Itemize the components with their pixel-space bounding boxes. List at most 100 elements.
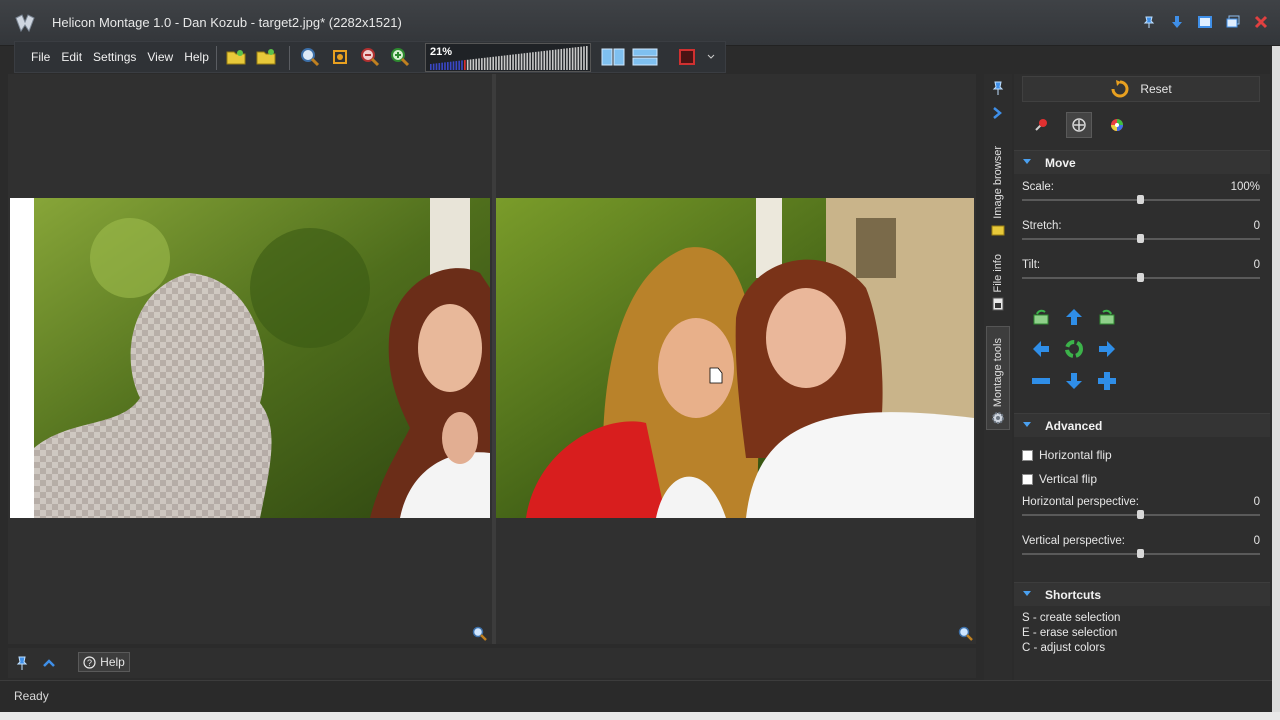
stretch-slider[interactable]: Stretch: 0 [1022, 220, 1260, 254]
minus-icon[interactable] [1028, 368, 1054, 394]
zoom-tick [455, 61, 458, 70]
pin-icon[interactable] [1140, 13, 1158, 31]
horizontal-perspective-slider[interactable]: Horizontal perspective: 0 [1022, 496, 1260, 530]
tab-image-browser[interactable]: Image browser [986, 146, 1010, 237]
tilt-label: Tilt: [1022, 259, 1041, 271]
zoom-tick [509, 54, 512, 70]
magnifier-icon[interactable] [958, 626, 974, 642]
recycle-center-icon[interactable] [1061, 336, 1087, 362]
help-label: Help [100, 655, 125, 669]
zoom-tick [529, 52, 531, 70]
tilt-slider[interactable]: Tilt: 0 [1022, 259, 1260, 293]
zoom-tick [517, 53, 520, 70]
zoom-tick [566, 48, 568, 70]
window-bottom-edge [0, 712, 1280, 720]
zoom-tick [495, 56, 497, 70]
checkbox-box[interactable] [1022, 449, 1033, 461]
help-button[interactable]: ? Help [78, 652, 130, 672]
horizontal-perspective-value: 0 [1253, 496, 1260, 508]
save-folder-icon[interactable] [254, 45, 278, 69]
tab-montage-tools-label: Montage tools [992, 337, 1004, 407]
scale-slider[interactable]: Scale: 100% [1022, 181, 1260, 215]
arrow-left-icon[interactable] [1028, 336, 1054, 362]
reset-button[interactable]: Reset [1022, 76, 1260, 102]
slider-thumb[interactable] [1137, 273, 1144, 282]
move-section-header[interactable]: Move [1014, 150, 1270, 174]
plus-icon[interactable] [1094, 368, 1120, 394]
brush-tool-icon[interactable] [1028, 112, 1054, 138]
arrow-right-icon[interactable] [1094, 336, 1120, 362]
chevron-up-icon[interactable] [42, 656, 56, 673]
help-icon: ? [83, 655, 96, 669]
menu-file[interactable]: File [31, 50, 50, 64]
magnifier-icon[interactable] [472, 626, 488, 642]
zoom-tick [475, 58, 477, 70]
stretch-label: Stretch: [1022, 220, 1062, 232]
pin-icon[interactable] [14, 655, 30, 674]
move-tool-icon[interactable] [1066, 112, 1092, 138]
horizontal-flip-checkbox[interactable]: Horizontal flip [1022, 448, 1112, 462]
zoom-tick [526, 52, 529, 70]
reset-icon [1111, 80, 1129, 98]
horizontal-perspective-label: Horizontal perspective: [1022, 496, 1139, 508]
zoom-tick [489, 57, 492, 70]
arrow-up-icon[interactable] [1061, 304, 1087, 330]
zoom-actual-icon[interactable] [328, 45, 352, 69]
shortcuts-section-header[interactable]: Shortcuts [1014, 582, 1270, 606]
zoom-scale-graphic [430, 46, 588, 70]
chevron-right-icon[interactable] [990, 106, 1004, 123]
vertical-flip-label: Vertical flip [1039, 472, 1098, 486]
rotate-right-icon[interactable] [1094, 304, 1120, 330]
open-folder-icon[interactable] [224, 45, 248, 69]
side-by-side-view-icon[interactable] [601, 45, 625, 69]
rotate-left-icon[interactable] [1028, 304, 1054, 330]
target-image[interactable] [10, 198, 490, 518]
advanced-section-header[interactable]: Advanced [1014, 413, 1270, 437]
scale-label: Scale: [1022, 181, 1054, 193]
tab-montage-tools[interactable]: Montage tools [986, 326, 1010, 430]
vertical-flip-checkbox[interactable]: Vertical flip [1022, 472, 1097, 486]
tab-file-info[interactable]: File info [986, 254, 1010, 311]
zoom-out-icon[interactable] [358, 45, 382, 69]
zoom-tick [523, 53, 526, 70]
zoom-tick [492, 56, 494, 70]
zoom-in-icon[interactable] [388, 45, 412, 69]
zoom-tick [432, 63, 435, 70]
zoom-tick [546, 50, 548, 70]
horizontal-flip-label: Horizontal flip [1039, 448, 1112, 462]
menu-settings[interactable]: Settings [93, 50, 136, 64]
arrow-down-icon[interactable] [1061, 368, 1087, 394]
zoom-tick [481, 58, 483, 70]
zoom-tick [571, 47, 574, 70]
menu-edit[interactable]: Edit [61, 50, 82, 64]
restore-icon[interactable] [1196, 13, 1214, 31]
zoom-slider[interactable]: 21% [425, 43, 591, 72]
stretch-value: 0 [1253, 220, 1260, 232]
pin-icon[interactable] [990, 80, 1006, 99]
slider-thumb[interactable] [1137, 549, 1144, 558]
zoom-tick [543, 50, 546, 70]
zoom-tick [534, 51, 537, 70]
stacked-view-icon[interactable] [631, 45, 659, 69]
slider-thumb[interactable] [1137, 510, 1144, 519]
zoom-tick [438, 63, 441, 70]
source-image[interactable] [496, 198, 974, 518]
slider-thumb[interactable] [1137, 234, 1144, 243]
zoom-tick [447, 62, 449, 70]
vertical-perspective-slider[interactable]: Vertical perspective: 0 [1022, 535, 1260, 569]
menu-help[interactable]: Help [184, 50, 209, 64]
chevron-down-icon[interactable] [705, 45, 717, 69]
selection-color-icon[interactable] [675, 45, 699, 69]
maximize-icon[interactable] [1224, 13, 1242, 31]
tab-file-info-label: File info [992, 254, 1004, 293]
zoom-tick [449, 61, 452, 70]
zoom-tick [549, 50, 551, 70]
color-wheel-icon[interactable] [1104, 112, 1130, 138]
checkbox-box[interactable] [1022, 473, 1033, 485]
close-icon[interactable] [1252, 13, 1270, 31]
slider-thumb[interactable] [1137, 195, 1144, 204]
menu-view[interactable]: View [147, 50, 173, 64]
zoom-fit-icon[interactable] [298, 45, 322, 69]
zoom-tick [515, 54, 517, 70]
download-icon[interactable] [1168, 13, 1186, 31]
